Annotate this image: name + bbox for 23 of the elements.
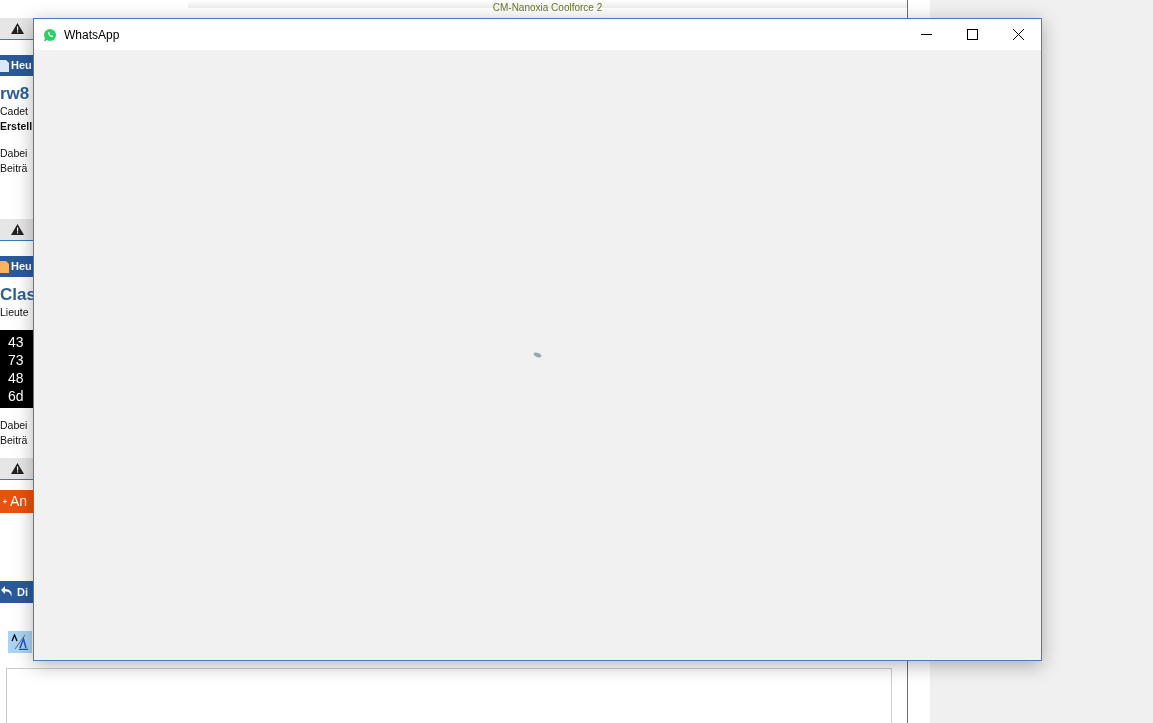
font-size-icon bbox=[11, 634, 29, 650]
close-icon bbox=[1012, 29, 1024, 40]
thread-title: CM-Nanoxia Coolforce 2 bbox=[492, 2, 603, 13]
post-date: Heu bbox=[11, 259, 32, 275]
chat-bubble-icon bbox=[43, 27, 57, 42]
warning-icon[interactable] bbox=[11, 23, 24, 34]
post-date: Heu bbox=[11, 58, 32, 74]
reply-button[interactable]: An bbox=[0, 490, 33, 513]
user-rank: Lieute bbox=[0, 305, 30, 320]
warning-icon[interactable] bbox=[11, 224, 24, 235]
post-info: Erstell bbox=[0, 119, 33, 134]
font-size-tool[interactable] bbox=[8, 631, 32, 653]
user-meta: Dabei bbox=[0, 418, 29, 433]
code-block: 43 73 48 6d bbox=[0, 330, 33, 408]
user-meta: Dabei bbox=[0, 146, 29, 161]
window-title: WhatsApp bbox=[64, 26, 120, 44]
user-meta: Beiträ bbox=[0, 433, 29, 448]
maximize-icon bbox=[966, 29, 978, 40]
user-meta: Beiträ bbox=[0, 161, 29, 176]
warning-icon[interactable] bbox=[11, 463, 24, 474]
section-title: Di bbox=[17, 584, 28, 600]
user-rank: Cadet bbox=[0, 104, 30, 119]
username[interactable]: rw8 bbox=[0, 84, 33, 104]
